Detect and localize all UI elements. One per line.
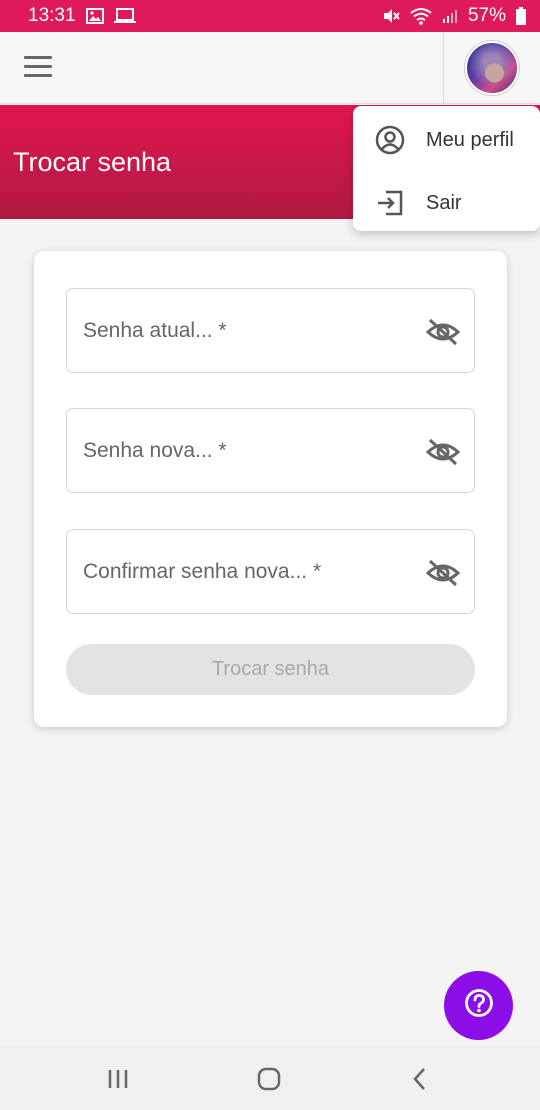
avatar[interactable] [465,41,519,95]
menu-item-label: Meu perfil [426,128,514,151]
home-icon[interactable] [249,1064,289,1094]
battery-icon [516,7,526,25]
status-bar: 13:31 57% [0,0,540,32]
user-circle-icon [375,125,405,155]
hamburger-icon[interactable] [24,56,52,80]
page-title: Trocar senha [13,147,172,177]
new-password-field [66,408,475,493]
confirm-password-input[interactable] [67,530,474,613]
eye-off-icon[interactable] [425,317,461,347]
recent-apps-icon[interactable] [98,1064,138,1094]
new-password-input[interactable] [67,409,474,492]
help-button[interactable] [444,971,513,1040]
eye-off-icon[interactable] [425,437,461,467]
current-password-input[interactable] [67,289,474,372]
status-time: 13:31 [28,5,76,26]
eye-off-icon[interactable] [425,558,461,588]
change-password-button[interactable]: Trocar senha [66,644,475,695]
user-menu: Meu perfil Sair [353,106,540,231]
change-password-card: Trocar senha [34,251,507,727]
current-password-field [66,288,475,373]
menu-item-profile[interactable]: Meu perfil [353,112,540,168]
avatar-button[interactable] [443,32,540,104]
battery-percent: 57% [467,5,506,26]
system-nav-bar [0,1046,540,1110]
question-circle-icon [464,988,494,1023]
back-icon[interactable] [400,1064,440,1094]
logout-icon [375,188,405,218]
menu-item-logout[interactable]: Sair [353,175,540,231]
menu-item-label: Sair [426,191,462,214]
image-notification-icon [85,8,104,24]
signal-icon [442,8,458,24]
mute-icon [382,7,400,25]
laptop-notification-icon [113,8,136,24]
app-bar [0,32,540,104]
confirm-password-field [66,529,475,614]
wifi-icon [410,7,432,25]
